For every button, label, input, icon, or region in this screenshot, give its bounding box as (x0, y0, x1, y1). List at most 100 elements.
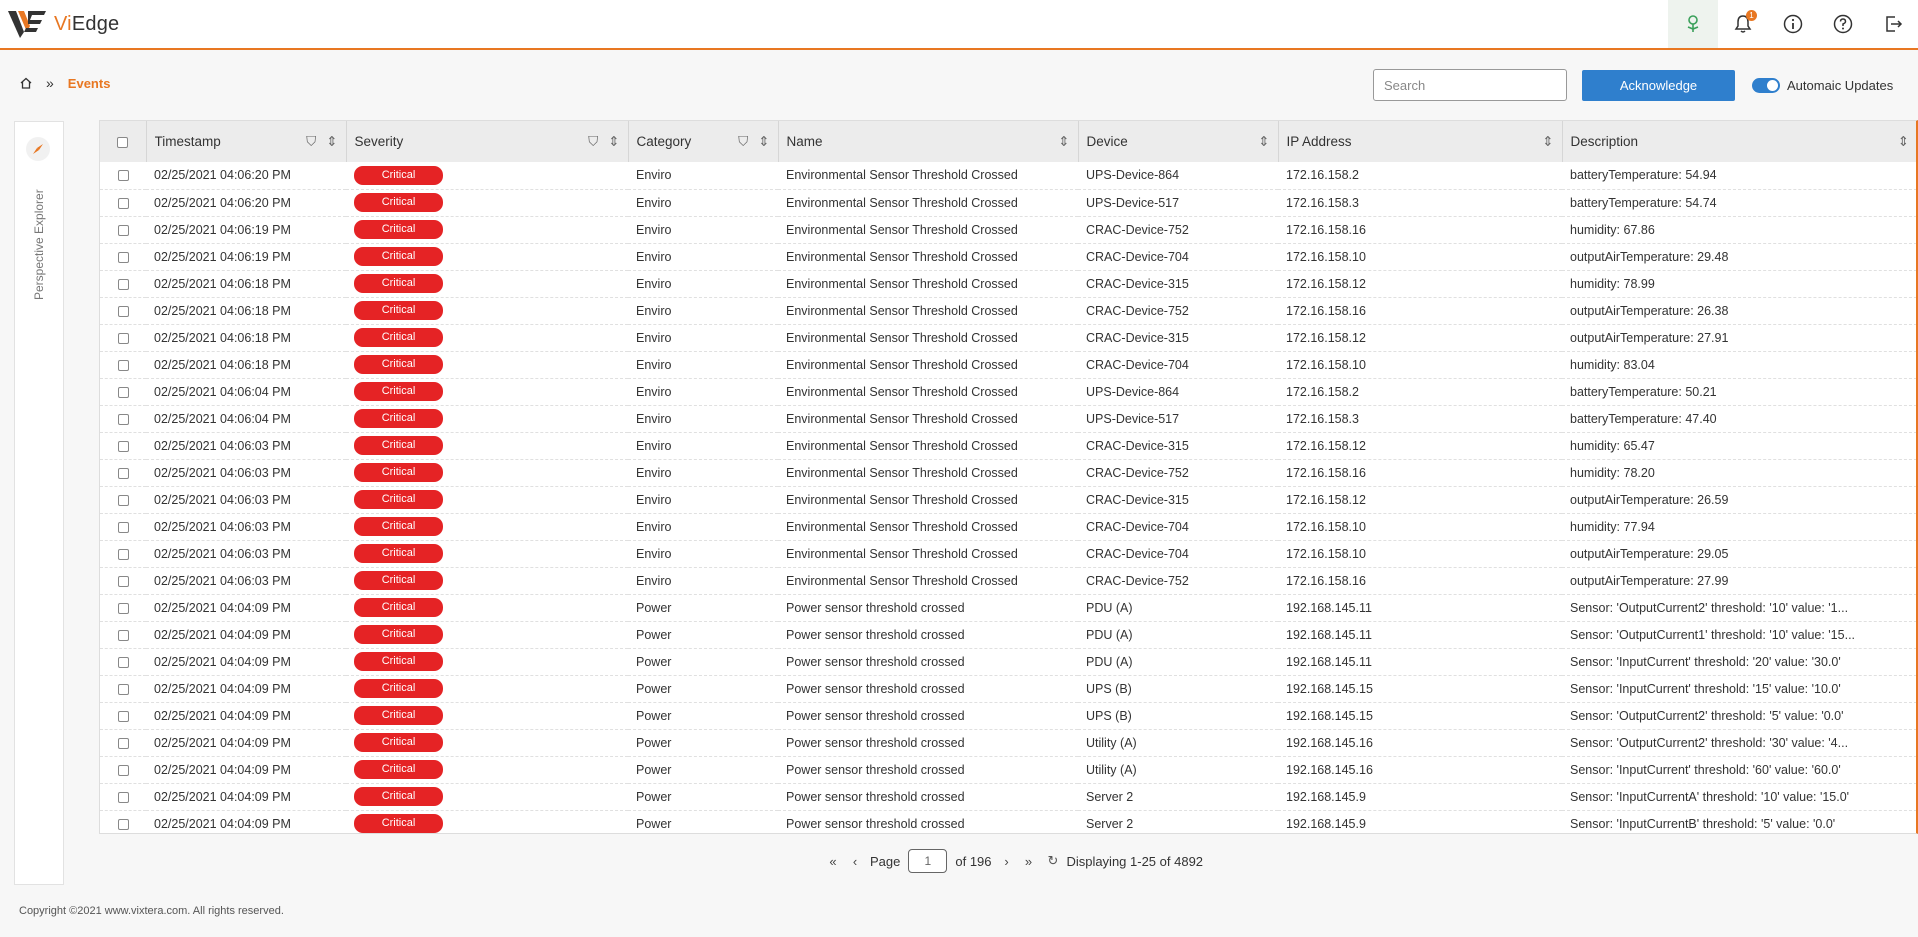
cell-description: Sensor: 'OutputCurrent2' threshold: '5' … (1570, 708, 1844, 723)
column-header-timestamp[interactable]: Timestamp ⛉ ⇕ (146, 121, 347, 162)
breadcrumb-current[interactable]: Events (68, 76, 111, 91)
row-checkbox[interactable] (117, 683, 129, 695)
refresh-icon[interactable]: ↻ (1048, 853, 1059, 869)
row-checkbox[interactable] (117, 602, 129, 614)
cell-ip: 172.16.158.16 (1286, 303, 1366, 318)
cell-timestamp: 02/25/2021 04:06:20 PM (154, 195, 291, 210)
logout-button[interactable] (1868, 0, 1918, 48)
row-checkbox[interactable] (117, 440, 129, 452)
row-checkbox[interactable] (117, 413, 129, 425)
table-row[interactable]: 02/25/2021 04:04:09 PM Critical Power Power… (100, 648, 1916, 675)
next-page-button[interactable]: › (1000, 854, 1014, 869)
row-checkbox[interactable] (117, 548, 129, 560)
notifications-button[interactable]: 1 (1718, 0, 1768, 48)
topology-button[interactable] (1668, 0, 1718, 48)
table-row[interactable]: 02/25/2021 04:06:03 PM Critical Enviro Envi… (100, 513, 1916, 540)
table-row[interactable]: 02/25/2021 04:06:03 PM Critical Enviro Envi… (100, 486, 1916, 513)
table-row[interactable]: 02/25/2021 04:06:19 PM Critical Enviro Envi… (100, 243, 1916, 270)
row-checkbox[interactable] (117, 494, 129, 506)
row-checkbox[interactable] (117, 710, 129, 722)
table-row[interactable]: 02/25/2021 04:06:03 PM Critical Enviro Envi… (100, 540, 1916, 567)
app-logo[interactable]: ViEdge (8, 8, 119, 40)
sort-icon[interactable]: ⇕ (758, 134, 769, 150)
prev-page-button[interactable]: ‹ (848, 854, 862, 869)
sort-icon[interactable]: ⇕ (1058, 134, 1069, 150)
row-checkbox[interactable] (117, 332, 129, 344)
row-checkbox[interactable] (117, 278, 129, 290)
perspective-explorer-label[interactable]: Perspective Explorer (32, 189, 46, 300)
sort-icon[interactable]: ⇕ (1542, 134, 1553, 150)
table-row[interactable]: 02/25/2021 04:06:19 PM Critical Enviro Envi… (100, 216, 1916, 243)
row-checkbox[interactable] (117, 737, 129, 749)
cell-timestamp: 02/25/2021 04:06:20 PM (154, 168, 291, 183)
row-checkbox[interactable] (117, 386, 129, 398)
column-header-device[interactable]: Device ⇕ (1078, 121, 1279, 162)
row-checkbox[interactable] (117, 305, 129, 317)
filter-icon[interactable]: ⛉ (306, 134, 316, 150)
column-header-name[interactable]: Name ⇕ (778, 121, 1079, 162)
cell-timestamp: 02/25/2021 04:06:03 PM (154, 573, 291, 588)
search-input[interactable] (1384, 77, 1560, 93)
row-checkbox[interactable] (117, 170, 129, 182)
sort-icon[interactable]: ⇕ (326, 134, 337, 150)
table-row[interactable]: 02/25/2021 04:04:09 PM Critical Power Power… (100, 756, 1916, 783)
column-header-ip[interactable]: IP Address ⇕ (1278, 121, 1563, 162)
row-checkbox[interactable] (117, 224, 129, 236)
table-row[interactable]: 02/25/2021 04:06:04 PM Critical Enviro Envi… (100, 405, 1916, 432)
select-all-checkbox[interactable] (117, 136, 129, 148)
row-checkbox[interactable] (117, 656, 129, 668)
sort-icon[interactable]: ⇕ (1898, 134, 1909, 150)
filter-icon[interactable]: ⛉ (738, 134, 748, 150)
table-row[interactable]: 02/25/2021 04:04:09 PM Critical Power Power… (100, 702, 1916, 729)
table-row[interactable]: 02/25/2021 04:06:03 PM Critical Enviro Envi… (100, 432, 1916, 459)
table-row[interactable]: 02/25/2021 04:06:03 PM Critical Enviro Envi… (100, 459, 1916, 486)
column-header-category[interactable]: Category ⛉ ⇕ (628, 121, 779, 162)
table-row[interactable]: 02/25/2021 04:06:18 PM Critical Enviro Envi… (100, 297, 1916, 324)
table-row[interactable]: 02/25/2021 04:06:20 PM Critical Enviro Envi… (100, 189, 1916, 216)
table-row[interactable]: 02/25/2021 04:06:18 PM Critical Enviro Envi… (100, 351, 1916, 378)
column-header-severity[interactable]: Severity ⛉ ⇕ (346, 121, 629, 162)
row-checkbox[interactable] (117, 818, 129, 830)
row-checkbox[interactable] (117, 764, 129, 776)
table-row[interactable]: 02/25/2021 04:06:03 PM Critical Enviro Envi… (100, 567, 1916, 594)
table-row[interactable]: 02/25/2021 04:04:09 PM Critical Power Power… (100, 594, 1916, 621)
table-row[interactable]: 02/25/2021 04:04:09 PM Critical Power Power… (100, 783, 1916, 810)
table-row[interactable]: 02/25/2021 04:06:18 PM Critical Enviro Envi… (100, 324, 1916, 351)
cell-device: PDU (A) (1086, 600, 1133, 615)
row-checkbox[interactable] (117, 359, 129, 371)
sort-icon[interactable]: ⇕ (608, 134, 619, 150)
severity-badge: Critical (354, 517, 443, 536)
row-checkbox[interactable] (117, 521, 129, 533)
table-row[interactable]: 02/25/2021 04:06:04 PM Critical Enviro Envi… (100, 378, 1916, 405)
page-number-input[interactable] (908, 849, 948, 873)
table-row[interactable]: 02/25/2021 04:06:18 PM Critical Enviro Envi… (100, 270, 1916, 297)
row-checkbox[interactable] (117, 251, 129, 263)
table-row[interactable]: 02/25/2021 04:04:09 PM Critical Power Power… (100, 675, 1916, 702)
filter-icon[interactable]: ⛉ (588, 134, 598, 150)
table-row[interactable]: 02/25/2021 04:04:09 PM Critical Power Power… (100, 810, 1916, 833)
row-checkbox[interactable] (117, 791, 129, 803)
acknowledge-button[interactable]: Acknowledge (1582, 69, 1735, 101)
home-icon[interactable] (20, 77, 32, 89)
row-checkbox[interactable] (117, 575, 129, 587)
perspective-explorer-button[interactable] (26, 137, 50, 161)
help-button[interactable] (1818, 0, 1868, 48)
table-row[interactable]: 02/25/2021 04:04:09 PM Critical Power Power… (100, 621, 1916, 648)
row-checkbox[interactable] (117, 629, 129, 641)
cell-ip: 192.168.145.9 (1286, 816, 1366, 831)
first-page-button[interactable]: « (826, 854, 840, 869)
table-row[interactable]: 02/25/2021 04:06:20 PM Critical Enviro Envi… (100, 162, 1916, 189)
row-checkbox[interactable] (117, 467, 129, 479)
sort-icon[interactable]: ⇕ (1258, 134, 1269, 150)
row-checkbox-cell (100, 621, 146, 648)
cell-severity: Critical (346, 702, 628, 729)
auto-updates-toggle[interactable] (1752, 77, 1780, 93)
cell-device: UPS (B) (1086, 681, 1132, 696)
row-checkbox[interactable] (117, 197, 129, 209)
table-row[interactable]: 02/25/2021 04:04:09 PM Critical Power Power… (100, 729, 1916, 756)
cell-severity: Critical (346, 540, 628, 567)
cell-ip: 192.168.145.9 (1286, 789, 1366, 804)
column-header-description[interactable]: Description ⇕ (1562, 121, 1916, 162)
info-button[interactable] (1768, 0, 1818, 48)
last-page-button[interactable]: » (1022, 854, 1036, 869)
